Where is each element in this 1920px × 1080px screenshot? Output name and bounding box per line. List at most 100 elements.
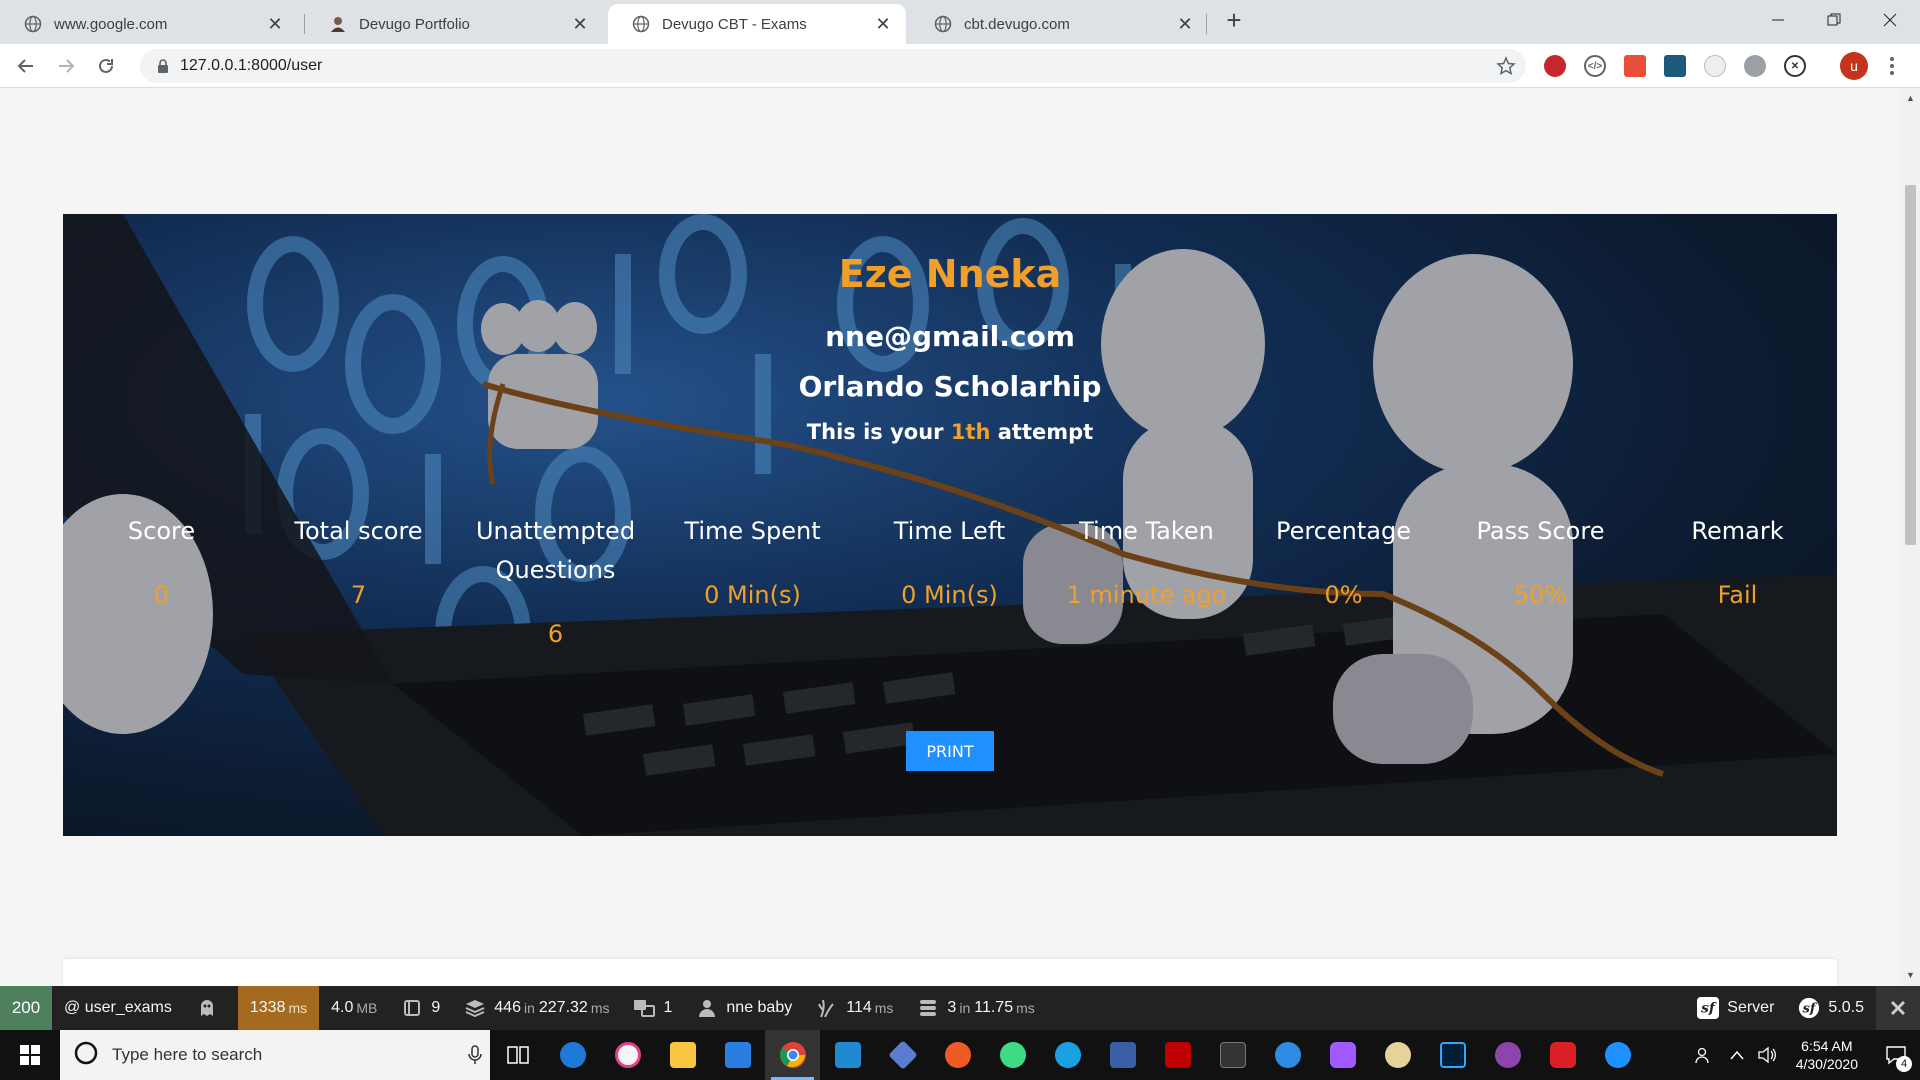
extension-pdf-icon[interactable] xyxy=(1624,55,1646,77)
scroll-down-arrow-icon[interactable]: ▼ xyxy=(1905,970,1916,982)
stat-time-spent: Time Spent 0 Min(s) xyxy=(654,512,851,654)
extension-adblock-icon[interactable] xyxy=(1544,55,1566,77)
stat-label: Remark xyxy=(1691,517,1784,545)
close-window-button[interactable] xyxy=(1862,0,1918,40)
lock-icon[interactable] xyxy=(150,59,176,73)
server-panel[interactable]: sf Server xyxy=(1685,986,1786,1030)
help-icon[interactable] xyxy=(1590,1030,1645,1080)
file-explorer-icon[interactable] xyxy=(655,1030,710,1080)
filezilla-icon[interactable] xyxy=(1150,1030,1205,1080)
chevron-up-icon[interactable] xyxy=(1722,1050,1752,1060)
vscode-icon[interactable] xyxy=(820,1030,875,1080)
close-toolbar-icon[interactable] xyxy=(1876,986,1920,1030)
symfony-debug-toolbar: 200 @ user_exams 1338 ms 4.0 MB 9 446 in… xyxy=(0,986,1920,1030)
result-banner: Eze Nneka nne@gmail.com Orlando Scholarh… xyxy=(63,214,1837,836)
ghost-icon xyxy=(196,997,218,1019)
forms-panel[interactable]: 9 xyxy=(389,986,452,1030)
close-tab-icon[interactable]: ✕ xyxy=(1176,14,1194,34)
postman-icon[interactable] xyxy=(930,1030,985,1080)
extension-code-icon[interactable]: </> xyxy=(1584,55,1606,77)
new-tab-button[interactable]: + xyxy=(1220,5,1248,35)
microphone-icon[interactable] xyxy=(460,1045,490,1065)
attempt-prefix: This is your xyxy=(806,420,944,444)
extension-owl-icon[interactable] xyxy=(1704,55,1726,77)
twig-panel[interactable]: 114 ms xyxy=(804,986,905,1030)
tab-cbt-devugo[interactable]: cbt.devugo.com ✕ xyxy=(910,4,1208,44)
podcast-app-icon[interactable] xyxy=(1480,1030,1535,1080)
close-tab-icon[interactable]: ✕ xyxy=(874,14,892,34)
cache-calls: 3 xyxy=(947,999,957,1016)
exam-title: Orlando Scholarhip xyxy=(798,370,1102,403)
user-panel[interactable]: nne baby xyxy=(684,986,804,1030)
figma-icon[interactable] xyxy=(1315,1030,1370,1080)
doctrine-panel[interactable]: 446 in 227.32 ms xyxy=(452,986,621,1030)
profile-avatar[interactable]: u xyxy=(1840,52,1868,80)
media-app-icon[interactable] xyxy=(1205,1030,1260,1080)
cache-stack-icon xyxy=(917,997,939,1019)
toolbar-right-section: sf Server sf 5.0.5 xyxy=(1685,986,1920,1030)
minimize-button[interactable] xyxy=(1750,0,1806,40)
page-scrollbar[interactable]: ▲ ▼ xyxy=(1901,89,1920,986)
screen-recorder-icon[interactable] xyxy=(1260,1030,1315,1080)
forward-arrow-icon[interactable] xyxy=(50,50,82,82)
tab-google[interactable]: www.google.com ✕ xyxy=(0,4,298,44)
http-status-badge[interactable]: 200 xyxy=(0,986,52,1030)
itunes-icon[interactable] xyxy=(600,1030,655,1080)
task-view-icon[interactable] xyxy=(490,1030,545,1080)
route-name[interactable]: @ user_exams xyxy=(52,986,184,1030)
translation-panel[interactable]: 1 xyxy=(621,986,684,1030)
android-studio-icon[interactable] xyxy=(985,1030,1040,1080)
mail-icon[interactable] xyxy=(710,1030,765,1080)
edge-browser-icon[interactable] xyxy=(545,1030,600,1080)
logged-in-user: nne baby xyxy=(726,999,793,1016)
close-tab-icon[interactable]: ✕ xyxy=(266,14,284,34)
chrome-icon[interactable] xyxy=(765,1030,820,1080)
scroll-up-arrow-icon[interactable]: ▲ xyxy=(1905,93,1916,105)
volume-icon[interactable] xyxy=(1752,1046,1782,1064)
candidate-name: Eze Nneka xyxy=(838,252,1062,296)
request-time-panel[interactable]: 1338 ms xyxy=(237,986,320,1030)
people-icon[interactable] xyxy=(1686,1046,1722,1064)
extension-compass-icon[interactable] xyxy=(1744,55,1766,77)
url-text: 127.0.0.1:8000/user xyxy=(180,57,323,74)
network-app-icon[interactable] xyxy=(1095,1030,1150,1080)
address-bar[interactable]: 127.0.0.1:8000/user xyxy=(140,49,1526,83)
security-panel[interactable] xyxy=(184,986,238,1030)
symfony-logo-icon: sf xyxy=(1798,997,1820,1019)
taskbar-search-box[interactable]: Type here to search xyxy=(60,1030,490,1080)
stat-value: 0% xyxy=(1324,581,1363,609)
reload-icon[interactable] xyxy=(90,50,122,82)
back-arrow-icon[interactable] xyxy=(10,50,42,82)
chrome-menu-icon[interactable] xyxy=(1882,52,1902,80)
scrollbar-thumb[interactable] xyxy=(1905,185,1916,545)
portrait-icon xyxy=(329,15,347,33)
memory-panel[interactable]: 4.0 MB xyxy=(319,986,389,1030)
bookmark-star-icon[interactable] xyxy=(1494,54,1518,78)
browser-toolbar: 127.0.0.1:8000/user </> ✕ u xyxy=(0,44,1920,88)
cloud-app-icon[interactable] xyxy=(1040,1030,1095,1080)
attempt-line: This is your 1th attempt xyxy=(63,420,1837,444)
photoshop-icon[interactable] xyxy=(1425,1030,1480,1080)
tab-cbt-exams[interactable]: Devugo CBT - Exams ✕ xyxy=(608,4,906,44)
twig-render-time: 114 xyxy=(846,999,872,1016)
extension-react-icon[interactable] xyxy=(1664,55,1686,77)
close-tab-icon[interactable]: ✕ xyxy=(571,14,589,34)
stat-remark: Remark Fail xyxy=(1639,512,1836,654)
extension-close-circle-icon[interactable]: ✕ xyxy=(1784,55,1806,77)
request-time-unit: ms xyxy=(288,1000,308,1016)
print-button[interactable]: PRINT xyxy=(906,731,994,771)
windows-start-icon[interactable] xyxy=(0,1030,60,1080)
restore-button[interactable] xyxy=(1806,0,1862,40)
globe-icon xyxy=(632,15,650,33)
system-clock[interactable]: 6:54 AM 4/30/2020 xyxy=(1782,1037,1872,1073)
paint-icon[interactable] xyxy=(1370,1030,1425,1080)
symfony-version-panel[interactable]: sf 5.0.5 xyxy=(1786,986,1876,1030)
request-time: 1338 xyxy=(249,999,286,1016)
git-icon[interactable] xyxy=(875,1030,930,1080)
tab-portfolio[interactable]: Devugo Portfolio ✕ xyxy=(305,4,603,44)
result-summary: Eze Nneka nne@gmail.com Orlando Scholarh… xyxy=(63,214,1837,836)
cache-panel[interactable]: 3 in 11.75 ms xyxy=(905,986,1046,1030)
creative-cloud-icon[interactable] xyxy=(1535,1030,1590,1080)
notification-center-icon[interactable]: 4 xyxy=(1872,1030,1920,1080)
stat-unattempted-questions: Unattempted Questions 6 xyxy=(457,512,654,654)
